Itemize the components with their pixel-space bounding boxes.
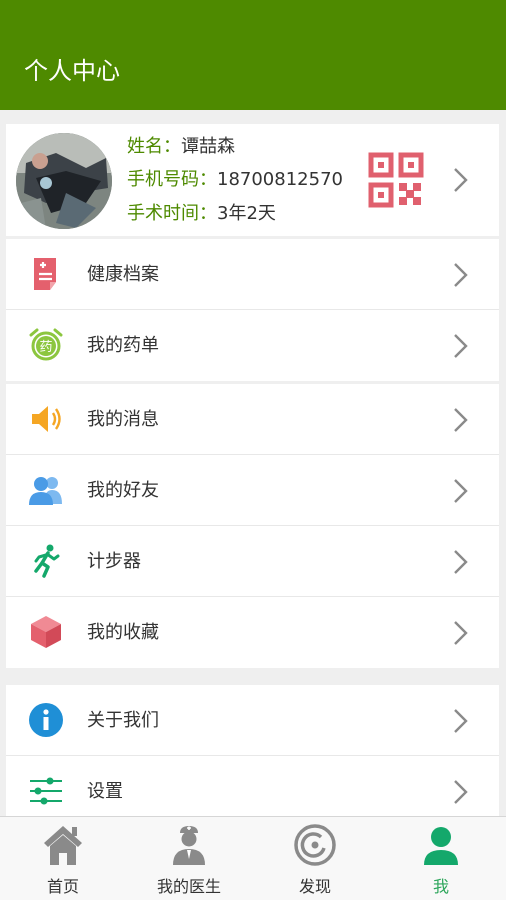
- menu-item-label: 我的消息: [87, 409, 159, 430]
- tab-label: 我的医生: [156, 877, 221, 896]
- menu-item-label: 我的药单: [87, 335, 159, 356]
- menu-item-my-favorites[interactable]: 我的收藏: [6, 597, 499, 668]
- phone-line: 手机号码：18700812570: [127, 167, 343, 193]
- menu-item-label: 设置: [87, 781, 123, 802]
- tab-discover[interactable]: 发现: [252, 817, 378, 900]
- phone-value: 18700812570: [217, 169, 343, 190]
- menu-item-label: 我的收藏: [87, 622, 159, 643]
- chevron-right-icon: [454, 334, 468, 358]
- chevron-right-icon: [454, 168, 468, 192]
- surgery-label: 手术时间：: [127, 203, 217, 224]
- speaker-icon: [32, 406, 61, 432]
- tab-label: 首页: [46, 877, 79, 896]
- page-title: 个人中心: [24, 57, 120, 85]
- discover-icon: [294, 824, 336, 866]
- menu-group-1: 健康档案 药 我的药单: [6, 239, 499, 381]
- surgery-value: 3年2天: [217, 203, 276, 224]
- chevron-right-icon: [454, 550, 468, 574]
- tab-my-doctor[interactable]: 我的医生: [126, 817, 252, 900]
- app-header: 个人中心: [0, 0, 506, 110]
- name-value: 谭喆森: [181, 136, 235, 157]
- chevron-right-icon: [454, 780, 468, 804]
- avatar[interactable]: [16, 133, 112, 229]
- tab-home[interactable]: 首页: [0, 817, 126, 900]
- menu-item-pedometer[interactable]: 计步器: [6, 526, 499, 597]
- profile-card[interactable]: 姓名：谭喆森 手机号码：18700812570 手术时间：3年2天: [6, 124, 499, 236]
- menu-item-my-prescriptions[interactable]: 药 我的药单: [6, 310, 499, 381]
- sliders-icon: [30, 777, 62, 805]
- phone-label: 手机号码：: [127, 169, 217, 190]
- qr-code-icon[interactable]: [368, 152, 424, 208]
- tab-label: 我: [432, 877, 449, 896]
- doctor-icon: [173, 826, 205, 865]
- chevron-right-icon: [454, 263, 468, 287]
- menu-item-label: 我的好友: [87, 480, 159, 501]
- bottom-tab-bar: 首页 我的医生 发现 我: [0, 816, 506, 900]
- menu-item-label: 关于我们: [87, 710, 159, 731]
- chevron-right-icon: [454, 709, 468, 733]
- surgery-line: 手术时间：3年2天: [127, 201, 276, 227]
- pill-icon-text: 药: [39, 340, 52, 355]
- menu-item-health-records[interactable]: 健康档案: [6, 239, 499, 310]
- health-record-icon: [34, 258, 56, 290]
- menu-item-my-friends[interactable]: 我的好友: [6, 455, 499, 526]
- chevron-right-icon: [454, 479, 468, 503]
- friends-icon: [29, 477, 62, 505]
- chevron-right-icon: [454, 408, 468, 432]
- pill-alarm-icon: 药: [29, 328, 63, 361]
- chevron-right-icon: [454, 621, 468, 645]
- name-label: 姓名：: [127, 136, 181, 157]
- box-icon: [31, 616, 61, 648]
- name-line: 姓名：谭喆森: [127, 134, 235, 160]
- menu-item-label: 计步器: [87, 551, 141, 572]
- menu-item-my-messages[interactable]: 我的消息: [6, 384, 499, 455]
- menu-item-settings[interactable]: 设置: [6, 756, 499, 816]
- user-icon: [424, 827, 458, 865]
- menu-group-3: 关于我们 设置: [6, 685, 499, 816]
- menu-item-about-us[interactable]: 关于我们: [6, 685, 499, 756]
- info-icon: [29, 703, 63, 737]
- home-icon: [44, 826, 82, 865]
- menu-item-label: 健康档案: [87, 264, 159, 285]
- menu-group-2: 我的消息 我的好友 计步器 我的收藏: [6, 384, 499, 668]
- tab-me[interactable]: 我: [378, 817, 504, 900]
- tab-label: 发现: [298, 877, 331, 896]
- running-icon: [34, 544, 60, 578]
